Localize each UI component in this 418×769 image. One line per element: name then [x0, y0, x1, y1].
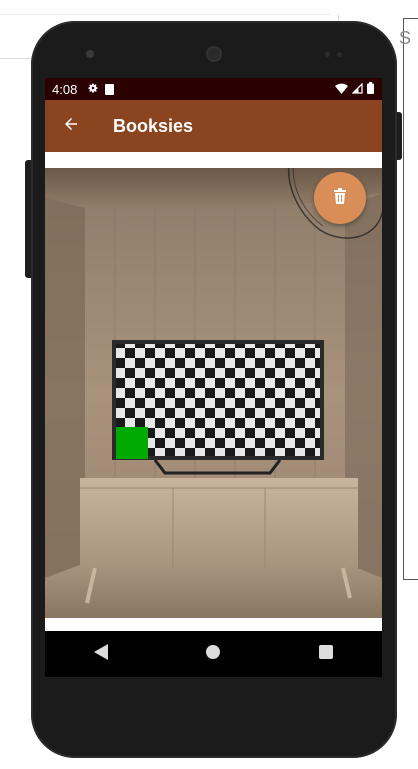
arrow-back-icon — [62, 115, 80, 138]
home-circle-icon — [206, 644, 221, 664]
light-sensor — [337, 52, 342, 57]
phone-screen: 4:08 Booksies — [45, 78, 382, 677]
app-bar: Booksies — [45, 100, 382, 152]
settings-gear-icon — [87, 82, 99, 97]
proximity-sensor — [325, 52, 330, 57]
room-photo — [45, 168, 382, 618]
sd-card-icon — [105, 83, 115, 95]
battery-icon — [367, 82, 374, 97]
back-button[interactable] — [46, 100, 96, 152]
room-tv-scene-image — [45, 168, 382, 618]
nav-back-button[interactable] — [81, 634, 121, 674]
page-title: Booksies — [113, 115, 194, 136]
background-panel — [403, 18, 418, 580]
navigation-bar — [45, 631, 382, 677]
background-text: S — [399, 28, 412, 48]
earpiece-speaker — [206, 46, 222, 62]
status-bar: 4:08 — [45, 78, 382, 100]
wifi-icon — [335, 82, 348, 97]
green-marker — [116, 427, 148, 459]
nav-home-button[interactable] — [193, 634, 233, 674]
front-camera — [86, 50, 94, 58]
trash-icon — [333, 187, 347, 209]
cell-signal-icon — [351, 82, 363, 97]
back-triangle-icon — [94, 643, 109, 665]
status-time: 4:08 — [52, 81, 78, 97]
nav-recents-button[interactable] — [306, 634, 346, 674]
delete-fab-button[interactable] — [314, 172, 366, 224]
recents-square-icon — [318, 644, 333, 664]
background-divider — [0, 14, 330, 15]
